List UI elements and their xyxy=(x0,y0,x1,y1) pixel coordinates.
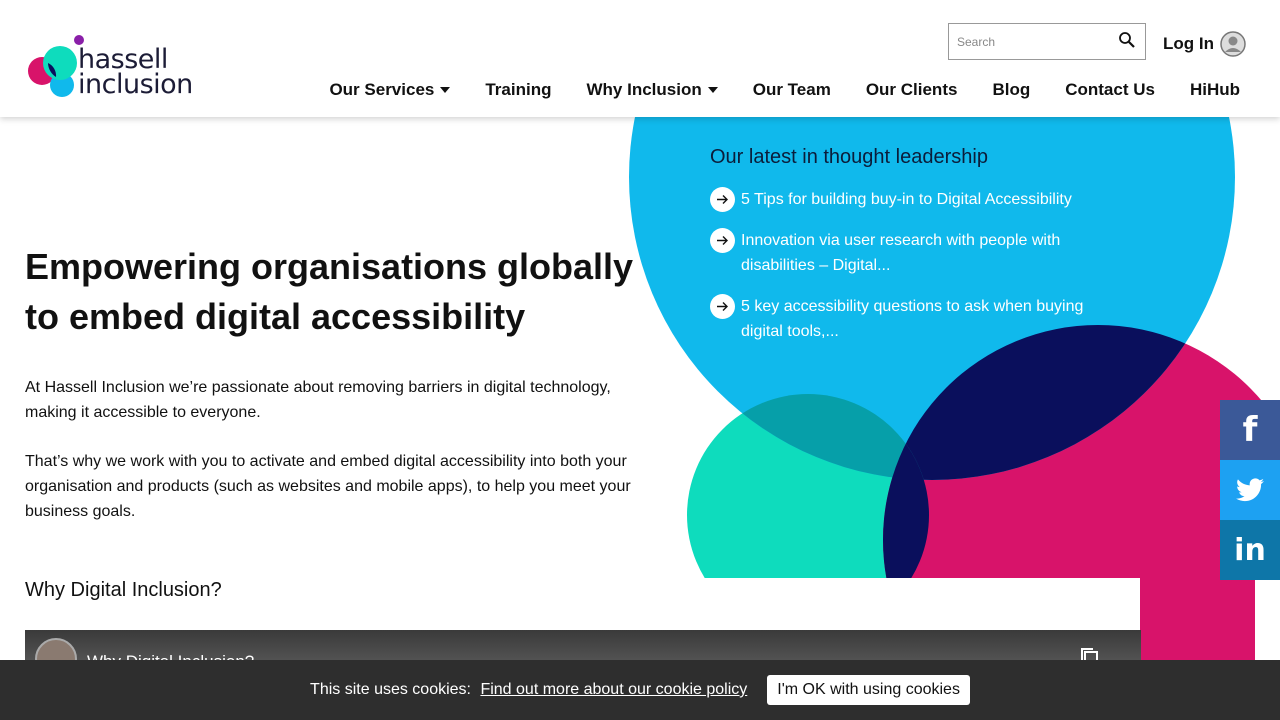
nav-hihub[interactable]: HiHub xyxy=(1190,80,1240,100)
user-avatar-icon xyxy=(1220,31,1246,57)
thought-leadership-link-label: 5 Tips for building buy-in to Digital Ac… xyxy=(741,191,1072,208)
nav-label: Contact Us xyxy=(1065,80,1155,99)
why-digital-inclusion-heading: Why Digital Inclusion? xyxy=(25,579,222,601)
chevron-down-icon xyxy=(707,87,718,93)
thought-leadership-link-label: Innovation via user research with people… xyxy=(741,232,1061,274)
nav-blog[interactable]: Blog xyxy=(992,80,1030,100)
arrow-right-icon xyxy=(710,294,735,319)
search-box xyxy=(948,23,1146,60)
nav-label: Training xyxy=(485,80,552,99)
accept-cookies-button[interactable]: I'm OK with using cookies xyxy=(767,675,970,705)
nav-our-team[interactable]: Our Team xyxy=(753,80,831,100)
nav-label: HiHub xyxy=(1189,80,1240,99)
nav-training[interactable]: Training xyxy=(485,80,551,100)
thought-leadership: Our latest in thought leadership 5 Tips … xyxy=(710,146,1090,360)
hassell-inclusion-logo[interactable]: hassell inclusion xyxy=(26,33,216,103)
site-header: hassell inclusion Log In Our Services Tr… xyxy=(0,0,1280,117)
nav-label: Our Team xyxy=(752,80,831,99)
nav-our-clients[interactable]: Our Clients xyxy=(866,80,958,100)
twitter-share-button[interactable] xyxy=(1220,460,1280,520)
nav-label: Why Inclusion xyxy=(586,80,702,99)
login-label: Log In xyxy=(1163,34,1214,53)
linkedin-share-button[interactable]: in xyxy=(1220,520,1280,580)
hero-paragraph: At Hassell Inclusion we’re passionate ab… xyxy=(25,379,611,421)
chevron-down-icon xyxy=(440,87,451,93)
twitter-bird-icon xyxy=(1236,478,1264,502)
nav-why-inclusion[interactable]: Why Inclusion xyxy=(586,80,718,100)
main-nav: Our Services Training Why Inclusion Our … xyxy=(329,80,1240,100)
search-icon[interactable] xyxy=(1117,30,1139,52)
facebook-share-button[interactable]: f xyxy=(1220,400,1280,460)
thought-leadership-link[interactable]: 5 key accessibility questions to ask whe… xyxy=(710,294,1090,344)
nav-contact-us[interactable]: Contact Us xyxy=(1065,80,1155,100)
logo-circles-icon xyxy=(28,35,84,97)
cookie-policy-link[interactable]: Find out more about our cookie policy xyxy=(480,681,747,698)
thought-leadership-link[interactable]: Innovation via user research with people… xyxy=(710,228,1090,278)
linkedin-icon: in xyxy=(1234,532,1266,568)
thought-leadership-title: Our latest in thought leadership xyxy=(710,146,988,168)
login-link[interactable]: Log In xyxy=(1163,31,1246,57)
nav-label: Our Services xyxy=(329,80,435,99)
hero-title: Empowering organisations globally to emb… xyxy=(25,246,634,337)
logo-wordmark: hassell inclusion xyxy=(78,44,193,100)
thought-leadership-link-label: 5 key accessibility questions to ask whe… xyxy=(741,298,1084,340)
facebook-icon: f xyxy=(1242,410,1258,450)
nav-label: Our Clients xyxy=(865,80,958,99)
nav-our-services[interactable]: Our Services xyxy=(329,80,451,100)
arrow-right-icon xyxy=(710,228,735,253)
nav-label: Blog xyxy=(992,80,1031,99)
cookie-banner: This site uses cookies: Find out more ab… xyxy=(0,660,1280,720)
cookie-text: This site uses cookies: xyxy=(310,681,471,698)
arrow-right-icon xyxy=(710,187,735,212)
search-input[interactable] xyxy=(949,24,1109,59)
cookie-message: This site uses cookies: Find out more ab… xyxy=(310,681,747,699)
thought-leadership-link[interactable]: 5 Tips for building buy-in to Digital Ac… xyxy=(710,187,1090,212)
hero-paragraph: That’s why we work with you to activate … xyxy=(25,453,631,520)
